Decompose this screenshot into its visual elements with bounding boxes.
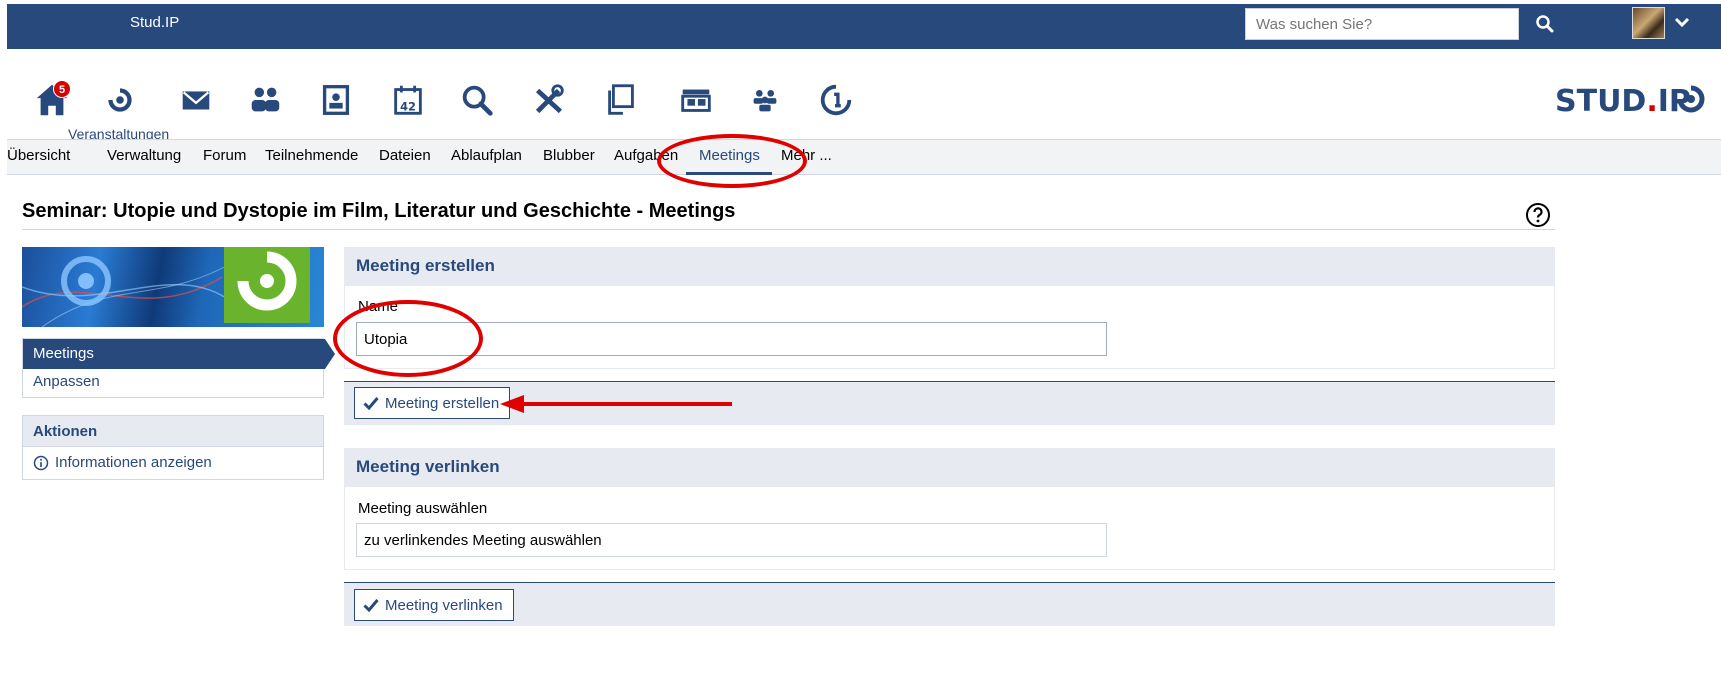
page-title: Seminar: Utopie und Dystopie im Film, Li…	[22, 200, 736, 222]
mail-icon[interactable]	[175, 79, 217, 121]
link-meeting-button[interactable]: Meeting verlinken	[354, 589, 514, 621]
actions-header: Aktionen	[22, 415, 324, 447]
check-icon	[363, 397, 379, 410]
tools-icon[interactable]	[528, 79, 570, 121]
community-icon[interactable]	[244, 79, 286, 121]
active-arrow	[325, 339, 335, 369]
help-icon[interactable]	[1525, 202, 1551, 228]
actions-list: Informationen anzeigen	[22, 447, 324, 480]
action-show-info[interactable]: Informationen anzeigen	[33, 454, 212, 471]
name-input[interactable]	[356, 322, 1107, 356]
avatar[interactable]	[1632, 7, 1665, 39]
notification-badge: 5	[53, 80, 71, 98]
svg-text:42: 42	[400, 99, 416, 113]
studip-logo[interactable]: STUD.IP	[1555, 84, 1691, 119]
search-button[interactable]	[1519, 8, 1575, 40]
sidebar-item-meetings[interactable]: Meetings	[23, 339, 335, 369]
annotation-arrow	[500, 395, 732, 413]
plugin-icon[interactable]	[675, 79, 717, 121]
sidebar-header-image	[22, 247, 324, 327]
link-button-bar	[344, 582, 1555, 626]
search-icon	[1536, 15, 1554, 33]
sidebar-item-label: Meetings	[33, 345, 94, 362]
button-label: Meeting erstellen	[385, 394, 500, 412]
calendar-icon[interactable]: 42	[387, 79, 429, 121]
logo-mark-icon	[1677, 85, 1705, 113]
sidebar-item-customize[interactable]: Anpassen	[33, 373, 100, 390]
ilias-icon[interactable]	[815, 79, 857, 121]
link-meeting-header: Meeting verlinken	[344, 448, 1555, 486]
action-label: Informationen anzeigen	[55, 454, 212, 471]
info-icon	[33, 455, 49, 470]
title-divider	[22, 229, 1555, 230]
check-icon	[363, 599, 379, 612]
brand-name[interactable]: Stud.IP	[130, 14, 179, 31]
tab-administration[interactable]: Verwaltung	[107, 147, 181, 164]
tab-tasks[interactable]: Aufgaben	[614, 147, 678, 164]
create-meeting-header: Meeting erstellen	[344, 247, 1555, 285]
chevron-down-icon[interactable]	[1672, 12, 1692, 32]
name-label: Name	[358, 298, 399, 315]
courses-icon[interactable]	[99, 79, 141, 121]
tab-participants[interactable]: Teilnehmende	[265, 147, 358, 164]
tab-active-indicator	[686, 172, 772, 175]
participants-icon[interactable]	[744, 79, 786, 121]
tab-blubber[interactable]: Blubber	[543, 147, 595, 164]
button-label: Meeting verlinken	[385, 596, 503, 614]
tab-overview[interactable]: Übersicht	[7, 147, 70, 164]
tab-schedule[interactable]: Ablaufplan	[451, 147, 522, 164]
search-input[interactable]	[1245, 8, 1519, 40]
sidebar-navigation: Meetings Anpassen	[22, 338, 335, 398]
search-nav-icon[interactable]	[456, 79, 498, 121]
files-icon[interactable]	[600, 79, 642, 121]
profile-icon[interactable]	[315, 79, 357, 121]
meeting-select-label: Meeting auswählen	[358, 500, 488, 517]
tab-files[interactable]: Dateien	[379, 147, 431, 164]
meeting-select[interactable]: zu verlinkendes Meeting auswählen	[356, 523, 1107, 557]
create-meeting-button[interactable]: Meeting erstellen	[354, 387, 511, 419]
tab-forum[interactable]: Forum	[203, 147, 246, 164]
tab-more[interactable]: Mehr ...	[781, 147, 832, 164]
tab-meetings[interactable]: Meetings	[699, 147, 760, 164]
